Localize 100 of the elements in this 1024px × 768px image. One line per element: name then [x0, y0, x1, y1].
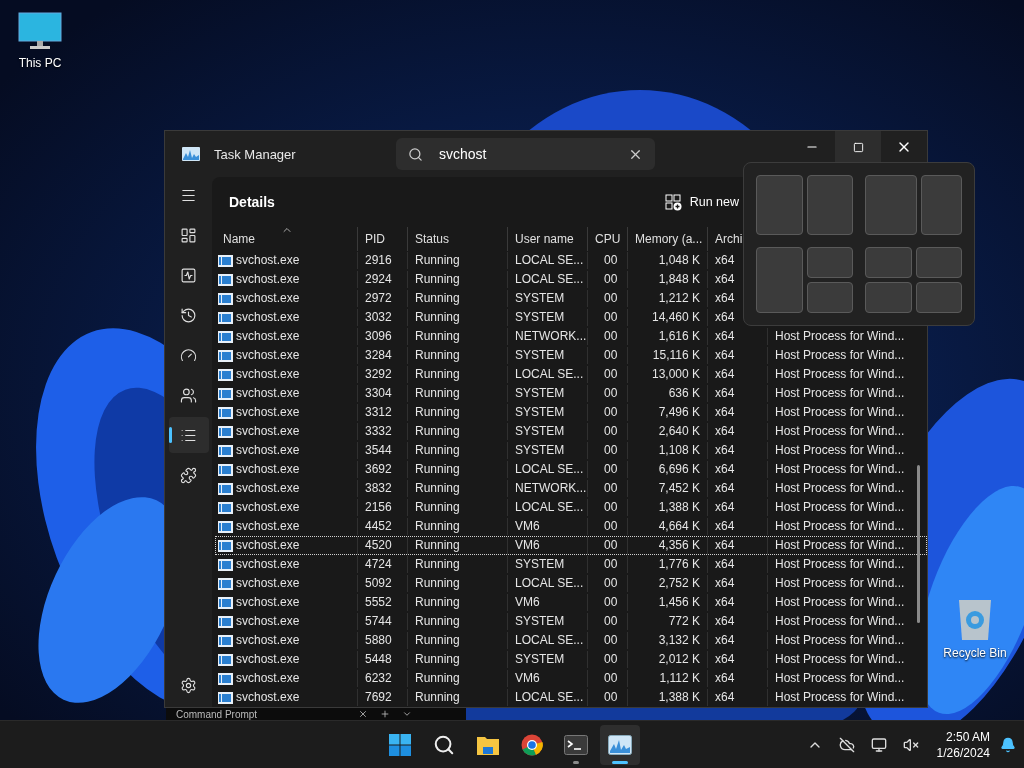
- muted-speaker-icon: [902, 736, 919, 753]
- command-prompt-tab[interactable]: Command Prompt: [166, 708, 466, 720]
- table-cell: 7,496 K: [628, 404, 708, 421]
- table-cell: Running: [408, 651, 508, 668]
- table-cell: Running: [408, 670, 508, 687]
- column-header[interactable]: Status: [408, 227, 508, 251]
- chart-window-icon: [182, 147, 200, 161]
- table-cell-text: Host Process for Wind...: [774, 442, 906, 459]
- table-cell: NETWORK...: [508, 328, 588, 345]
- table-cell: svchost.exe: [236, 518, 300, 535]
- table-cell-text: Host Process for Wind...: [774, 347, 906, 364]
- table-cell: Running: [408, 366, 508, 383]
- table-cell: 3292: [358, 366, 408, 383]
- table-cell: LOCAL SE...: [508, 461, 588, 478]
- table-cell: svchost.exe: [236, 575, 300, 592]
- details-tab[interactable]: [168, 417, 209, 453]
- table-cell: 3312: [358, 404, 408, 421]
- page-title: Details: [229, 194, 275, 210]
- table-cell: 00: [588, 632, 628, 649]
- process-icon: [218, 596, 233, 609]
- column-header[interactable]: Name: [216, 227, 358, 251]
- table-cell: svchost.exe: [236, 328, 300, 345]
- column-header[interactable]: Memory (a...: [628, 227, 708, 251]
- table-cell: SYSTEM: [508, 613, 588, 630]
- table-cell: 1,212 K: [628, 290, 708, 307]
- table-cell: 1,108 K: [628, 442, 708, 459]
- window-title: Task Manager: [214, 146, 297, 162]
- table-cell: 00: [588, 442, 628, 459]
- table-cell: LOCAL SE...: [508, 499, 588, 516]
- table-cell-text: Host Process for Wind...: [774, 385, 906, 402]
- table-cell: svchost.exe: [236, 404, 300, 421]
- table-cell: 2,752 K: [628, 575, 708, 592]
- desktop-icon-label: Recycle Bin: [943, 646, 1007, 660]
- bell-icon[interactable]: [1000, 736, 1016, 753]
- table-cell: LOCAL SE...: [508, 632, 588, 649]
- table-cell: svchost.exe: [236, 290, 300, 307]
- table-cell-text: Host Process for Wind...: [774, 461, 906, 478]
- search-field[interactable]: svchost: [396, 138, 655, 170]
- table-cell: svchost.exe: [236, 480, 300, 497]
- table-cell-text: Host Process for Wind...: [774, 575, 906, 592]
- table-cell: 2156: [358, 499, 408, 516]
- process-icon: [218, 311, 233, 324]
- column-header[interactable]: PID: [358, 227, 408, 251]
- table-cell: Running: [408, 385, 508, 402]
- table-cell-text: Host Process for Wind...: [774, 499, 906, 516]
- table-cell-text: Host Process for Wind...: [774, 613, 906, 630]
- table-cell: LOCAL SE...: [508, 366, 588, 383]
- table-row[interactable]: svchost.exe 4520 Running VM6 00 4,356 K x64 Host Process for Wind...: [215, 536, 927, 555]
- column-header[interactable]: CPU: [588, 227, 628, 251]
- history-icon: [180, 306, 197, 324]
- task-manager-button[interactable]: [600, 725, 640, 765]
- table-cell: 00: [588, 537, 628, 554]
- table-cell-text: Host Process for Wind...: [774, 594, 906, 611]
- scrollbar[interactable]: [917, 465, 920, 623]
- table-cell: svchost.exe: [236, 632, 300, 649]
- table-cell: 3284: [358, 347, 408, 364]
- maximize-icon: [852, 141, 864, 153]
- table-cell: SYSTEM: [508, 423, 588, 440]
- table-cell-text: Host Process for Wind...: [774, 670, 906, 687]
- column-header[interactable]: Archi: [708, 227, 745, 251]
- settings-icon: [180, 676, 197, 694]
- table-cell: Running: [408, 328, 508, 345]
- table-cell: 3332: [358, 423, 408, 440]
- table-cell: SYSTEM: [508, 556, 588, 573]
- table-cell: svchost.exe: [236, 442, 300, 459]
- monitor-icon[interactable]: [18, 12, 62, 50]
- table-cell: NETWORK...: [508, 480, 588, 497]
- table-cell: 772 K: [628, 613, 708, 630]
- table-cell: 1,776 K: [628, 556, 708, 573]
- table-cell-text: Host Process for Wind...: [774, 423, 906, 440]
- table-cell: svchost.exe: [236, 347, 300, 364]
- running-indicator: [573, 761, 579, 764]
- table-cell: x64: [708, 651, 768, 668]
- table-cell-text: Host Process for Wind...: [774, 480, 906, 497]
- table-cell: 00: [588, 290, 628, 307]
- table-cell-text: Host Process for Wind...: [774, 518, 906, 535]
- process-icon: [218, 558, 233, 571]
- table-cell: 7,452 K: [628, 480, 708, 497]
- table-cell: 3096: [358, 328, 408, 345]
- maximize-button[interactable]: [835, 131, 881, 163]
- process-icon: [218, 482, 233, 495]
- table-cell: 6,696 K: [628, 461, 708, 478]
- process-icon: [218, 520, 233, 533]
- process-icon: [218, 406, 233, 419]
- table-cell: svchost.exe: [236, 252, 300, 269]
- table-cell: 1,616 K: [628, 328, 708, 345]
- table-cell: 1,456 K: [628, 594, 708, 611]
- clock[interactable]: 2:50 AM 1/26/2024: [936, 728, 990, 761]
- table-cell: Running: [408, 689, 508, 706]
- column-header[interactable]: User name: [508, 227, 588, 251]
- table-cell: Running: [408, 518, 508, 535]
- table-cell: x64: [708, 366, 768, 383]
- gauge-icon: [180, 346, 197, 364]
- table-cell: 00: [588, 385, 628, 402]
- table-cell: svchost.exe: [236, 651, 300, 668]
- process-icon: [218, 501, 233, 514]
- plus-icon: [380, 709, 390, 719]
- run-new-task-button[interactable]: Run new: [664, 193, 739, 211]
- table-cell: 5092: [358, 575, 408, 592]
- table-cell: 4452: [358, 518, 408, 535]
